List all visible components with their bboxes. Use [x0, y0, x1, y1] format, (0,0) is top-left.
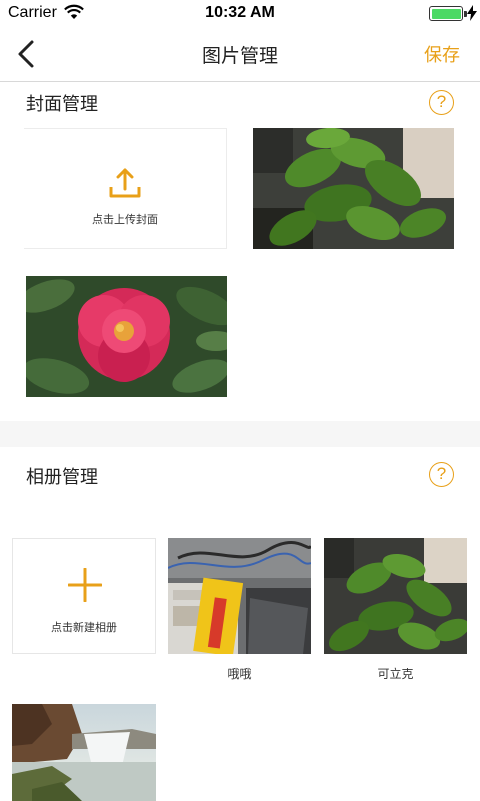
- add-album-button[interactable]: 点击新建相册: [12, 538, 156, 654]
- album-name-1: 哦哦: [227, 667, 252, 681]
- chevron-left-icon[interactable]: [12, 39, 42, 69]
- upload-cover-label: 点击上传封面: [92, 213, 158, 226]
- album-section-title: 相册管理: [26, 467, 98, 488]
- upload-icon: [108, 167, 142, 199]
- battery-icon: [429, 6, 467, 21]
- album-help-icon[interactable]: ?: [429, 462, 454, 487]
- status-bar: Carrier 10:32 AM: [0, 0, 480, 28]
- upload-cover-button[interactable]: 点击上传封面: [24, 128, 227, 249]
- album-thumbnail-1[interactable]: [168, 538, 311, 654]
- cover-image-plant[interactable]: [253, 128, 454, 249]
- album-thumbnail-3[interactable]: [12, 704, 156, 801]
- plus-icon: [68, 568, 102, 602]
- section-divider: [0, 421, 480, 447]
- clock: 10:32 AM: [205, 4, 275, 21]
- cover-help-icon[interactable]: ?: [429, 90, 454, 115]
- save-button[interactable]: 保存: [424, 41, 460, 67]
- cover-section-title: 封面管理: [26, 94, 98, 115]
- charging-bolt-icon: [467, 5, 477, 21]
- album-thumbnail-2[interactable]: [324, 538, 467, 654]
- album-name-2: 可立克: [377, 667, 414, 681]
- add-album-label: 点击新建相册: [51, 621, 117, 634]
- navigation-bar: 图片管理 保存: [0, 28, 480, 82]
- cover-image-peony[interactable]: [26, 276, 227, 397]
- page-title: 图片管理: [201, 45, 278, 67]
